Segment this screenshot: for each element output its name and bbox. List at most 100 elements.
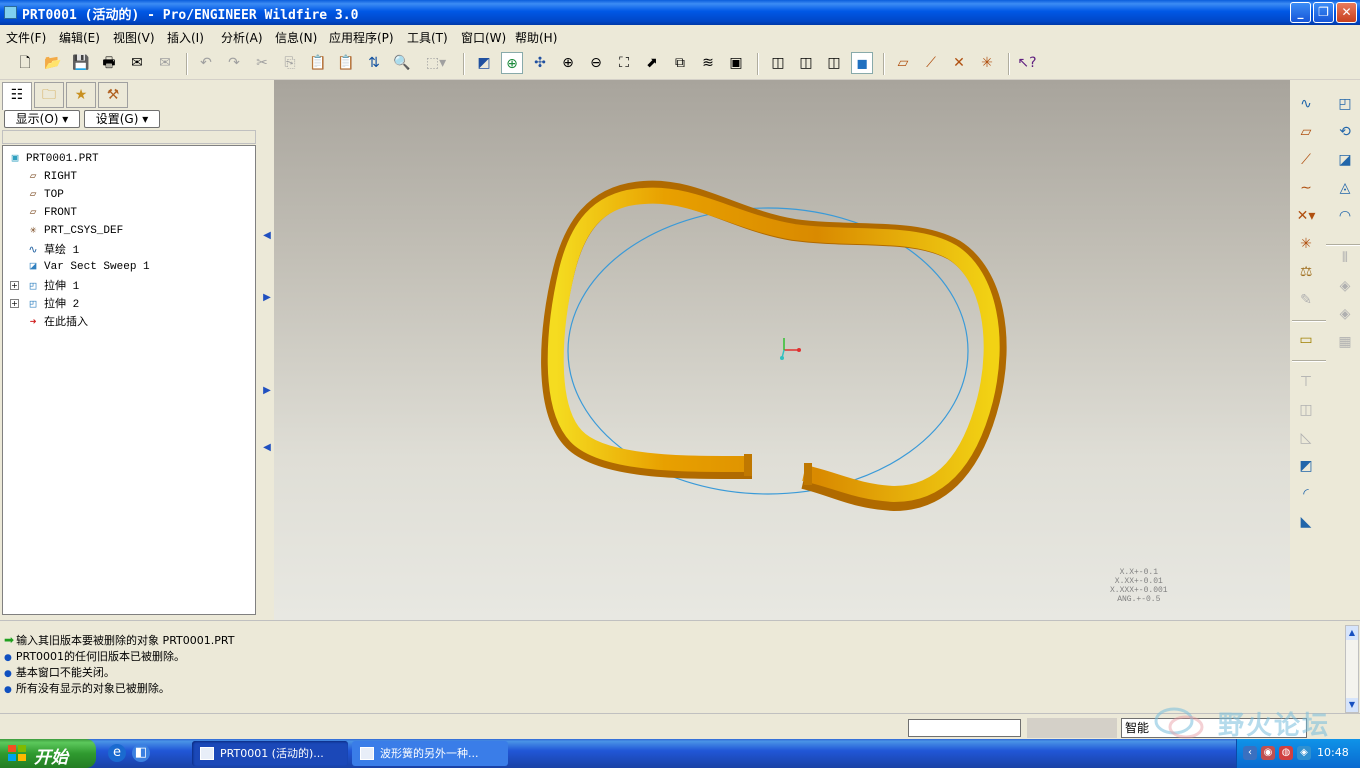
email-icon[interactable]: ✉ <box>126 52 148 74</box>
collapse-left-icon[interactable]: ◀ <box>262 230 272 241</box>
message-scrollbar[interactable]: ▲ ▼ <box>1345 625 1359 713</box>
sweep-blend-tool-icon[interactable]: ◪ <box>1332 148 1358 172</box>
wave-spring-body[interactable] <box>547 187 1000 503</box>
shading-icon[interactable]: ◼ <box>851 52 873 74</box>
maximize-button[interactable]: ❐ <box>1313 2 1334 23</box>
close-button[interactable]: ✕ <box>1336 2 1357 23</box>
redo-icon[interactable]: ↷ <box>223 52 245 74</box>
orient-mode-icon[interactable]: ✣ <box>529 52 551 74</box>
tree-node-sweep[interactable]: ◪ Var Sect Sweep 1 <box>25 259 150 275</box>
menu-tools[interactable]: 工具(T) <box>407 29 448 46</box>
expand-left-icon[interactable]: ◀ <box>262 442 272 453</box>
datum-tool-icon[interactable]: ✎ <box>1293 288 1319 312</box>
datum-points-icon[interactable]: ✕ <box>948 52 970 74</box>
paste-special-icon[interactable]: 📋 <box>335 52 357 74</box>
coordinate-systems-icon[interactable]: ✳ <box>976 52 998 74</box>
tree-node-right[interactable]: ▱ RIGHT <box>25 169 77 185</box>
datum-curve-sketch-icon[interactable]: ∿ <box>1293 92 1319 116</box>
minimize-button[interactable]: _ <box>1290 2 1311 23</box>
revolve-tool-icon[interactable]: ⟲ <box>1332 120 1358 144</box>
menu-file[interactable]: 文件(F) <box>6 29 46 46</box>
find-icon[interactable]: 🔍 <box>391 52 413 74</box>
zoom-in-icon[interactable]: ⊕ <box>557 52 579 74</box>
wireframe-icon[interactable]: ◫ <box>767 52 789 74</box>
chamfer-icon[interactable]: ◣ <box>1293 510 1319 534</box>
no-hidden-icon[interactable]: ◫ <box>823 52 845 74</box>
datum-axes-icon[interactable]: ⟋ <box>920 52 942 74</box>
extrude-tool-icon[interactable]: ◰ <box>1332 92 1358 116</box>
saved-views-icon[interactable]: ⧉ <box>669 52 691 74</box>
view-manager-icon[interactable]: ▣ <box>725 52 747 74</box>
desktop-quicklaunch-icon[interactable]: ◧ <box>132 744 150 762</box>
menu-applications[interactable]: 应用程序(P) <box>329 29 394 46</box>
tree-node-extrude-1[interactable]: ◰ 拉伸 1 <box>25 277 80 293</box>
menu-info[interactable]: 信息(N) <box>275 29 317 46</box>
refit-icon[interactable]: ⛶ <box>613 52 635 74</box>
menu-help[interactable]: 帮助(H) <box>515 29 557 46</box>
regenerate-icon[interactable]: ⇅ <box>363 52 385 74</box>
plane-icon[interactable]: ▱ <box>1293 120 1319 144</box>
menu-view[interactable]: 视图(V) <box>113 29 155 46</box>
tree-node-csys[interactable]: ✳ PRT_CSYS_DEF <box>25 223 124 239</box>
tray-media-icon[interactable]: ◍ <box>1279 746 1293 760</box>
hole-icon[interactable]: ⊤ <box>1293 370 1319 394</box>
expand-extrude-2[interactable]: + <box>10 299 19 308</box>
mirror-icon[interactable]: ⫴ <box>1332 246 1358 270</box>
expand-extrude-1[interactable]: + <box>10 281 19 290</box>
selection-box-icon[interactable]: ⬚▾ <box>419 52 453 74</box>
scroll-down-icon[interactable]: ▼ <box>1346 698 1358 712</box>
open-icon[interactable]: 📂 <box>42 52 64 74</box>
model-tree-tab[interactable]: ☷ <box>2 82 32 110</box>
settings-dropdown[interactable]: 设置(G) ▾ <box>84 110 160 128</box>
new-icon[interactable]: 🗋 <box>14 52 36 74</box>
start-button[interactable]: 开始 <box>0 739 96 768</box>
tree-node-part[interactable]: ▣ PRT0001.PRT <box>7 151 99 167</box>
round-icon[interactable]: ◜ <box>1293 482 1319 506</box>
menu-window[interactable]: 窗口(W) <box>461 29 506 46</box>
point-icon[interactable]: ✕▾ <box>1293 204 1319 228</box>
paste-icon[interactable]: 📋 <box>307 52 329 74</box>
tree-node-top[interactable]: ▱ TOP <box>25 187 64 203</box>
repaint-icon[interactable]: ◩ <box>473 52 495 74</box>
annotation-icon[interactable]: ▭ <box>1293 328 1319 352</box>
menu-insert[interactable]: 插入(I) <box>167 29 204 46</box>
trim-icon[interactable]: ◈ <box>1332 302 1358 326</box>
tree-node-extrude-2[interactable]: ◰ 拉伸 2 <box>25 295 80 311</box>
layers-icon[interactable]: ≋ <box>697 52 719 74</box>
merge-icon[interactable]: ◈ <box>1332 274 1358 298</box>
email-link-icon[interactable]: ✉ <box>154 52 176 74</box>
print-icon[interactable]: 🖶 <box>98 52 120 74</box>
tray-network-icon[interactable]: ◉ <box>1261 746 1275 760</box>
copy-icon[interactable]: ⎘ <box>279 52 301 74</box>
ie-quicklaunch-icon[interactable]: e <box>108 744 126 762</box>
zoom-out-icon[interactable]: ⊖ <box>585 52 607 74</box>
scroll-up-icon[interactable]: ▲ <box>1346 626 1358 640</box>
show-dropdown[interactable]: 显示(O) ▾ <box>4 110 80 128</box>
csys-tool-icon[interactable]: ✳ <box>1293 232 1319 256</box>
analysis-icon[interactable]: ⚖ <box>1293 260 1319 284</box>
connections-tab[interactable]: ⚒ <box>98 82 128 108</box>
tree-node-front[interactable]: ▱ FRONT <box>25 205 77 221</box>
cut-icon[interactable]: ✂ <box>251 52 273 74</box>
axis-icon[interactable]: ⟋ <box>1293 148 1319 172</box>
datum-planes-icon[interactable]: ▱ <box>892 52 914 74</box>
menu-analysis[interactable]: 分析(A) <box>221 29 263 46</box>
spin-center-icon[interactable]: ⊕ <box>501 52 523 74</box>
rib-icon[interactable]: ◩ <box>1293 454 1319 478</box>
favorites-tab[interactable]: ★ <box>66 82 96 108</box>
tree-node-insert-here[interactable]: ➜ 在此插入 <box>25 313 88 329</box>
draft-icon[interactable]: ◺ <box>1293 426 1319 450</box>
collapse-right-icon[interactable]: ▶ <box>262 292 272 303</box>
style-icon[interactable]: ◠ <box>1332 204 1358 228</box>
boundary-blend-tool-icon[interactable]: ◬ <box>1332 176 1358 200</box>
expand-right-icon[interactable]: ▶ <box>262 385 272 396</box>
tray-collapse-icon[interactable]: ‹ <box>1243 746 1257 760</box>
save-icon[interactable]: 💾 <box>70 52 92 74</box>
pattern-icon[interactable]: ▦ <box>1332 330 1358 354</box>
curve-icon[interactable]: ∼ <box>1293 176 1319 200</box>
hidden-line-icon[interactable]: ◫ <box>795 52 817 74</box>
reorient-icon[interactable]: ⬈ <box>641 52 663 74</box>
shell-icon[interactable]: ◫ <box>1293 398 1319 422</box>
task-browser[interactable]: 波形簧的另外一种... <box>352 741 508 766</box>
task-proe[interactable]: PRT0001 (活动的)... <box>192 741 348 766</box>
